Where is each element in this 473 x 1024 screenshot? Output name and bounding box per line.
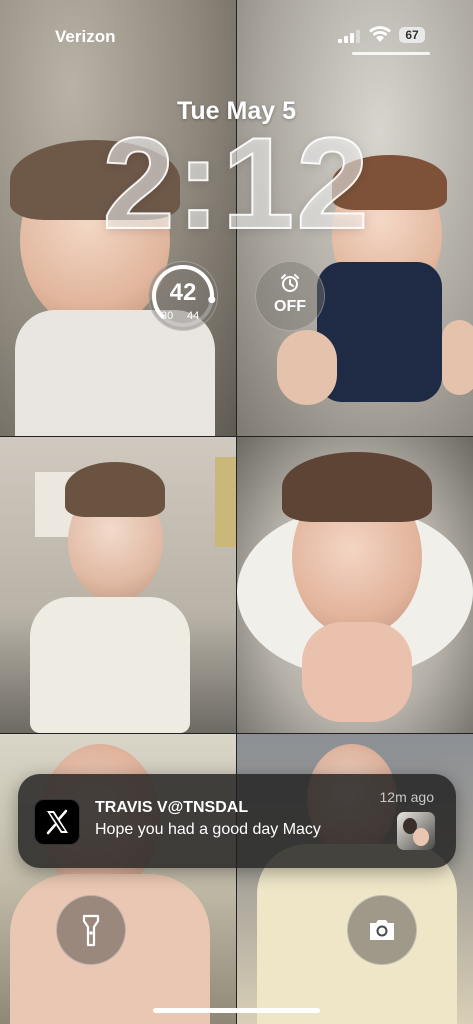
carrier-label: Verizon [55, 27, 116, 46]
temperature-value: 42 [169, 279, 197, 306]
notification-card[interactable]: TRAVIS V@TNSDAL Hope you had a good day … [18, 774, 456, 868]
temperature-high: 44 [187, 310, 200, 322]
wallpaper-photo-4 [237, 437, 473, 733]
battery-icon: 67 [399, 27, 425, 43]
notification-sender: TRAVIS V@TNSDAL [95, 799, 249, 816]
status-indicator-line [352, 52, 430, 55]
notification-attachment-thumbnail [397, 812, 435, 850]
temperature-low: 30 [161, 310, 174, 322]
camera-icon [370, 920, 394, 940]
flashlight-button[interactable] [56, 895, 126, 965]
weather-widget[interactable]: 42 30 44 [148, 261, 218, 331]
lock-time: 2:12 [101, 110, 371, 256]
home-indicator[interactable] [153, 1008, 320, 1013]
camera-button[interactable] [347, 895, 417, 965]
notification-message: Hope you had a good day Macy [95, 821, 321, 838]
flashlight-icon [82, 914, 100, 947]
wifi-icon [369, 26, 391, 42]
alarm-status: OFF [274, 298, 306, 315]
notification-time: 12m ago [379, 789, 434, 805]
alarm-clock-icon [281, 274, 299, 292]
alarm-widget[interactable]: OFF [255, 261, 325, 331]
x-logo-icon [34, 799, 80, 845]
cellular-signal-icon [338, 30, 360, 43]
wallpaper-photo-3 [0, 437, 236, 733]
status-bar: Verizon 67 [0, 0, 473, 60]
